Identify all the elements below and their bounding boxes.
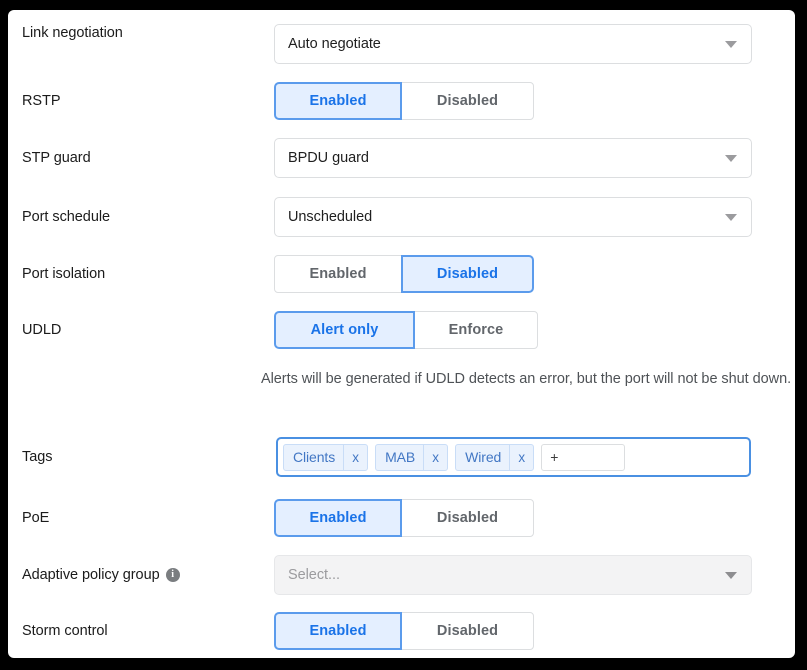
adaptive-policy-group-select[interactable]: Select...: [274, 555, 752, 595]
add-tag-input[interactable]: +: [541, 443, 626, 471]
chevron-down-icon: [725, 213, 737, 221]
link-negotiation-label-text: Link negotiation: [22, 25, 123, 41]
control-storm-control: Enabled Disabled: [274, 612, 534, 650]
label-poe: PoE: [8, 499, 274, 537]
row-udld: UDLD Alert only Enforce: [8, 311, 795, 349]
remove-tag-icon[interactable]: x: [423, 444, 447, 470]
port-isolation-label-text: Port isolation: [22, 265, 106, 282]
row-port-isolation: Port isolation Enabled Disabled: [8, 255, 795, 293]
adaptive-policy-group-label-text: Adaptive policy group: [22, 566, 160, 583]
row-stp-guard: STP guard BPDU guard: [8, 138, 795, 178]
settings-panel: Link negotiation Auto negotiate RSTP Ena…: [8, 10, 795, 658]
add-tag-icon: +: [550, 449, 559, 465]
row-tags: Tags Clients x MAB x Wired x +: [8, 437, 795, 477]
label-udld: UDLD: [8, 311, 274, 349]
rstp-enabled-button[interactable]: Enabled: [274, 82, 402, 120]
poe-toggle-group: Enabled Disabled: [274, 499, 534, 537]
port-isolation-toggle-group: Enabled Disabled: [274, 255, 534, 293]
control-link-negotiation: Auto negotiate: [274, 24, 752, 64]
label-port-schedule: Port schedule: [8, 197, 274, 237]
label-rstp: RSTP: [8, 82, 274, 120]
remove-tag-icon[interactable]: x: [343, 444, 367, 470]
control-port-isolation: Enabled Disabled: [274, 255, 534, 293]
row-port-schedule: Port schedule Unscheduled: [8, 197, 795, 237]
control-adaptive-policy-group: Select...: [274, 555, 752, 595]
adaptive-policy-group-placeholder: Select...: [288, 567, 340, 583]
control-stp-guard: BPDU guard: [274, 138, 752, 178]
port-schedule-value: Unscheduled: [288, 209, 373, 225]
row-storm-control: Storm control Enabled Disabled: [8, 612, 795, 650]
control-tags: Clients x MAB x Wired x +: [274, 437, 751, 477]
port-schedule-label-text: Port schedule: [22, 208, 111, 225]
stp-guard-label-text: STP guard: [22, 149, 91, 166]
port-settings-form: Link negotiation Auto negotiate RSTP Ena…: [8, 10, 795, 658]
label-link-negotiation: Link negotiation: [8, 24, 274, 43]
stp-guard-value: BPDU guard: [288, 150, 369, 166]
poe-disabled-button[interactable]: Disabled: [401, 499, 534, 537]
row-adaptive-policy-group: Adaptive policy group i Select...: [8, 555, 795, 595]
rstp-label-text: RSTP: [22, 92, 61, 109]
link-negotiation-value: Auto negotiate: [288, 36, 381, 52]
poe-label-text: PoE: [22, 509, 50, 526]
udld-enforce-button[interactable]: Enforce: [414, 311, 538, 349]
udld-alert-only-button[interactable]: Alert only: [274, 311, 415, 349]
row-udld-helper: Alerts will be generated if UDLD detects…: [8, 366, 795, 392]
label-stp-guard: STP guard: [8, 138, 274, 178]
control-udld-helper: Alerts will be generated if UDLD detects…: [261, 366, 795, 392]
tags-label-text: Tags: [22, 448, 53, 465]
tag-chip-clients[interactable]: Clients x: [283, 443, 369, 471]
chevron-down-icon: [725, 40, 737, 48]
tag-chip-mab[interactable]: MAB x: [375, 443, 449, 471]
udld-toggle-group: Alert only Enforce: [274, 311, 538, 349]
chevron-down-icon: [725, 154, 737, 162]
tag-chip-clients-label: Clients: [293, 449, 336, 465]
rstp-toggle-group: Enabled Disabled: [274, 82, 534, 120]
label-tags: Tags: [8, 437, 274, 477]
storm-control-disabled-button[interactable]: Disabled: [401, 612, 534, 650]
control-poe: Enabled Disabled: [274, 499, 534, 537]
tag-chip-wired-label: Wired: [465, 449, 502, 465]
poe-enabled-button[interactable]: Enabled: [274, 499, 402, 537]
row-link-negotiation: Link negotiation Auto negotiate: [8, 24, 795, 64]
label-port-isolation: Port isolation: [8, 255, 274, 293]
port-isolation-enabled-button[interactable]: Enabled: [274, 255, 402, 293]
control-udld: Alert only Enforce: [274, 311, 538, 349]
control-rstp: Enabled Disabled: [274, 82, 534, 120]
label-storm-control: Storm control: [8, 612, 274, 650]
rstp-disabled-button[interactable]: Disabled: [401, 82, 534, 120]
port-schedule-select[interactable]: Unscheduled: [274, 197, 752, 237]
tag-chip-wired[interactable]: Wired x: [455, 443, 535, 471]
port-isolation-disabled-button[interactable]: Disabled: [401, 255, 534, 293]
storm-control-enabled-button[interactable]: Enabled: [274, 612, 402, 650]
info-icon[interactable]: i: [165, 568, 180, 582]
tag-chip-mab-label: MAB: [385, 449, 416, 465]
label-adaptive-policy-group: Adaptive policy group i: [8, 555, 274, 595]
udld-label-text: UDLD: [22, 321, 62, 338]
udld-helper-text: Alerts will be generated if UDLD detects…: [261, 371, 792, 387]
tags-input-field[interactable]: Clients x MAB x Wired x +: [276, 437, 751, 477]
row-rstp: RSTP Enabled Disabled: [8, 82, 795, 120]
remove-tag-icon[interactable]: x: [509, 444, 533, 470]
chevron-down-icon: [725, 571, 737, 579]
link-negotiation-select[interactable]: Auto negotiate: [274, 24, 752, 64]
row-poe: PoE Enabled Disabled: [8, 499, 795, 537]
storm-control-toggle-group: Enabled Disabled: [274, 612, 534, 650]
stp-guard-select[interactable]: BPDU guard: [274, 138, 752, 178]
storm-control-label-text: Storm control: [22, 622, 108, 639]
control-port-schedule: Unscheduled: [274, 197, 752, 237]
